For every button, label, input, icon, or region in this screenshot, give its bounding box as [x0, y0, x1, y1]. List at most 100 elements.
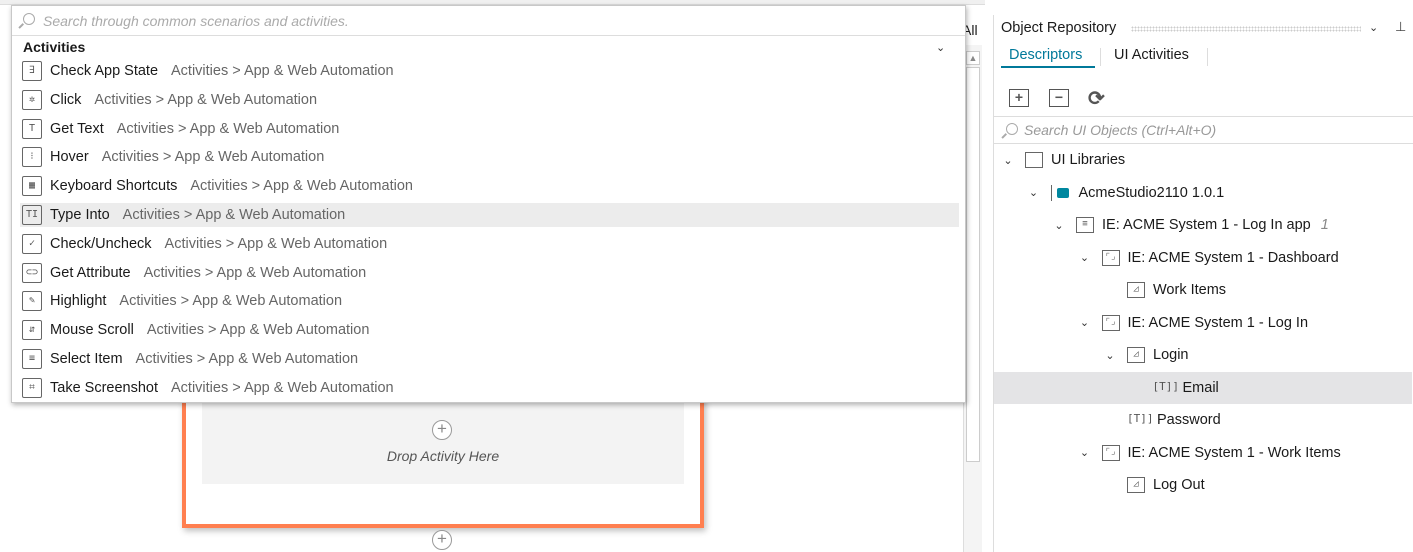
collapse-all-icon[interactable]: − [1049, 89, 1069, 107]
chevron-down-icon[interactable]: ⌄ [1078, 446, 1092, 459]
activity-item[interactable]: ⇵ Mouse Scroll Activities > App & Web Auto… [20, 318, 959, 342]
activity-path: Activities > App & Web Automation [122, 207, 346, 223]
scroll-up-icon[interactable]: ▲ [966, 51, 980, 65]
activity-name: Get Text [50, 120, 104, 137]
search-placeholder: Search through common scenarios and acti… [43, 13, 349, 29]
activity-item[interactable]: T Get Text Activities > App & Web Automati… [20, 117, 959, 141]
expand-all-icon[interactable]: + [1009, 89, 1029, 107]
chevron-down-icon[interactable]: ⌄ [1369, 21, 1378, 34]
tree-node[interactable]: ⌄ UI Libraries [994, 144, 1412, 176]
activity-name: Highlight [50, 293, 107, 310]
chevron-down-icon[interactable]: ⌄ [1001, 154, 1015, 167]
activity-name: Get Attribute [50, 264, 131, 281]
element-icon: ◿ [1127, 477, 1145, 493]
text-icon: [T]] [1127, 412, 1154, 425]
get-attribute-icon: ⊂⊃ [22, 262, 42, 283]
ui-objects-search-input[interactable]: Search UI Objects (Ctrl+Alt+O) [994, 116, 1413, 144]
category-header: Activities [23, 39, 86, 55]
tab-ui-activities[interactable]: UI Activities [1114, 47, 1189, 63]
activity-path: Activities > App & Web Automation [135, 351, 359, 367]
activity-item[interactable]: ✲ Click Activities > App & Web Automation [20, 88, 959, 112]
activity-item[interactable]: ∃ Check App State Activities > App & Web A… [20, 59, 959, 83]
activity-path: Activities > App & Web Automation [101, 149, 325, 166]
activity-path: Activities > App & Web Automation [119, 293, 343, 310]
tree-node-label: IE: ACME System 1 - Log In [1127, 314, 1309, 331]
search-icon [23, 13, 35, 25]
pin-icon[interactable]: ⊥ [1395, 19, 1406, 35]
drag-grip[interactable] [1131, 26, 1361, 32]
tree-node[interactable]: ◿ Work Items [994, 274, 1412, 306]
activity-search-input[interactable]: Search through common scenarios and acti… [12, 6, 965, 36]
activity-name: Select Item [50, 351, 123, 367]
tree-node-label: IE: ACME System 1 - Log In app [1102, 217, 1311, 233]
activity-item[interactable]: ✓ Check/Uncheck Activities > App & Web Aut… [20, 232, 959, 256]
tree-node-label: IE: ACME System 1 - Dashboard [1127, 249, 1339, 266]
tree-node-label: Password [1157, 412, 1221, 428]
activity-item[interactable]: ≡ Select Item Activities > App & Web Autom… [20, 347, 959, 371]
chevron-down-icon[interactable]: ⌄ [1078, 251, 1092, 264]
element-icon: ◿ [1127, 347, 1145, 363]
app-icon: ≡ [1076, 217, 1094, 233]
activity-item[interactable]: ⁝ Hover Activities > App & Web Automation [20, 145, 959, 169]
tree-node[interactable]: ⌄ AcmeStudio2110 1.0.1 [994, 177, 1412, 209]
activity-name: Check App State [50, 63, 159, 79]
chevron-down-icon[interactable]: ⌄ [1052, 219, 1066, 232]
activity-path: Activities > App & Web Automation [190, 178, 413, 195]
tree-node[interactable]: [T]] Email [994, 371, 1412, 404]
drop-zone[interactable]: + Drop Activity Here [202, 402, 684, 484]
count-badge: 1 [1320, 217, 1329, 233]
tree-node[interactable]: ⌄ ⌜⌟ IE: ACME System 1 - Log In [994, 307, 1412, 339]
screen-icon: ⌜⌟ [1101, 314, 1120, 331]
add-activity-icon[interactable]: + [432, 420, 452, 440]
tree-node[interactable]: ◿ Log Out [994, 469, 1412, 501]
activity-item[interactable]: ⊂⊃ Get Attribute Activities > App & Web Au… [20, 261, 959, 285]
tree-node-label: Log Out [1153, 477, 1205, 493]
tree-node[interactable]: ⌄ ⌜⌟ IE: ACME System 1 - Work Items [994, 437, 1412, 469]
activity-item[interactable]: ⌗ Take Screenshot Activities > App & Web A… [20, 376, 959, 400]
scroll-thumb[interactable] [966, 67, 980, 462]
search-placeholder: Search UI Objects (Ctrl+Alt+O) [1024, 122, 1217, 138]
activity-path: Activities > App & Web Automation [171, 63, 394, 79]
refresh-icon[interactable]: ⟳ [1088, 86, 1105, 111]
add-activity-icon[interactable]: + [432, 530, 452, 550]
activity-name: Hover [50, 149, 89, 166]
type-into-icon: TI [22, 205, 42, 225]
select-item-icon: ≡ [22, 349, 42, 369]
keyboard-shortcuts-icon: ▦ [22, 176, 42, 197]
activity-name: Take Screenshot [50, 379, 159, 396]
tree-node-label: UI Libraries [1051, 152, 1126, 168]
tree-node[interactable]: ⌄ ≡ IE: ACME System 1 - Log In app 1 [994, 209, 1412, 241]
tree-node[interactable]: ⌄ ◿ Login [994, 339, 1412, 371]
tree-node[interactable]: [T]] Password [994, 404, 1412, 436]
tree-node-label: AcmeStudio2110 1.0.1 [1078, 184, 1225, 201]
activity-path: Activities > App & Web Automation [143, 264, 367, 281]
drop-activity-text: Drop Activity Here [386, 448, 500, 464]
chevron-down-icon[interactable]: ⌄ [1027, 186, 1041, 199]
activity-path: Activities > App & Web Automation [171, 379, 394, 396]
tree-node[interactable]: ⌄ ⌜⌟ IE: ACME System 1 - Dashboard [994, 242, 1412, 274]
hover-icon: ⁝ [22, 147, 42, 168]
chevron-down-icon[interactable]: ⌄ [1103, 349, 1117, 362]
activity-search-popup: Search through common scenarios and acti… [11, 5, 966, 403]
mouse-scroll-icon: ⇵ [22, 320, 42, 341]
screenshot-icon: ⌗ [22, 377, 42, 398]
activity-path: Activities > App & Web Automation [94, 91, 318, 108]
activity-path: Activities > App & Web Automation [146, 322, 370, 339]
object-repository-panel: Object Repository ⌄ ⊥ Descriptors UI Act… [993, 15, 1413, 552]
checkbox-icon: ✓ [22, 233, 42, 254]
tab-divider [1207, 48, 1208, 66]
activity-name: Keyboard Shortcuts [50, 178, 178, 195]
tab-descriptors[interactable]: Descriptors [1009, 47, 1082, 63]
text-icon: [T]] [1152, 379, 1180, 393]
activity-item[interactable]: ✎ Highlight Activities > App & Web Automat… [20, 289, 959, 313]
get-text-icon: T [22, 118, 42, 139]
chevron-down-icon[interactable]: ⌄ [1078, 316, 1092, 329]
libraries-icon [1025, 152, 1043, 168]
activity-item[interactable]: ▦ Keyboard Shortcuts Activities > App & We… [20, 174, 959, 198]
activity-name: Mouse Scroll [50, 322, 134, 339]
tree-node-label: IE: ACME System 1 - Work Items [1127, 444, 1341, 461]
screen-icon: ⌜⌟ [1101, 249, 1120, 266]
element-icon: ◿ [1127, 282, 1145, 298]
activity-item[interactable]: TI Type Into Activities > App & Web Automa… [20, 203, 959, 227]
chevron-down-icon[interactable]: ⌄ [936, 41, 945, 54]
